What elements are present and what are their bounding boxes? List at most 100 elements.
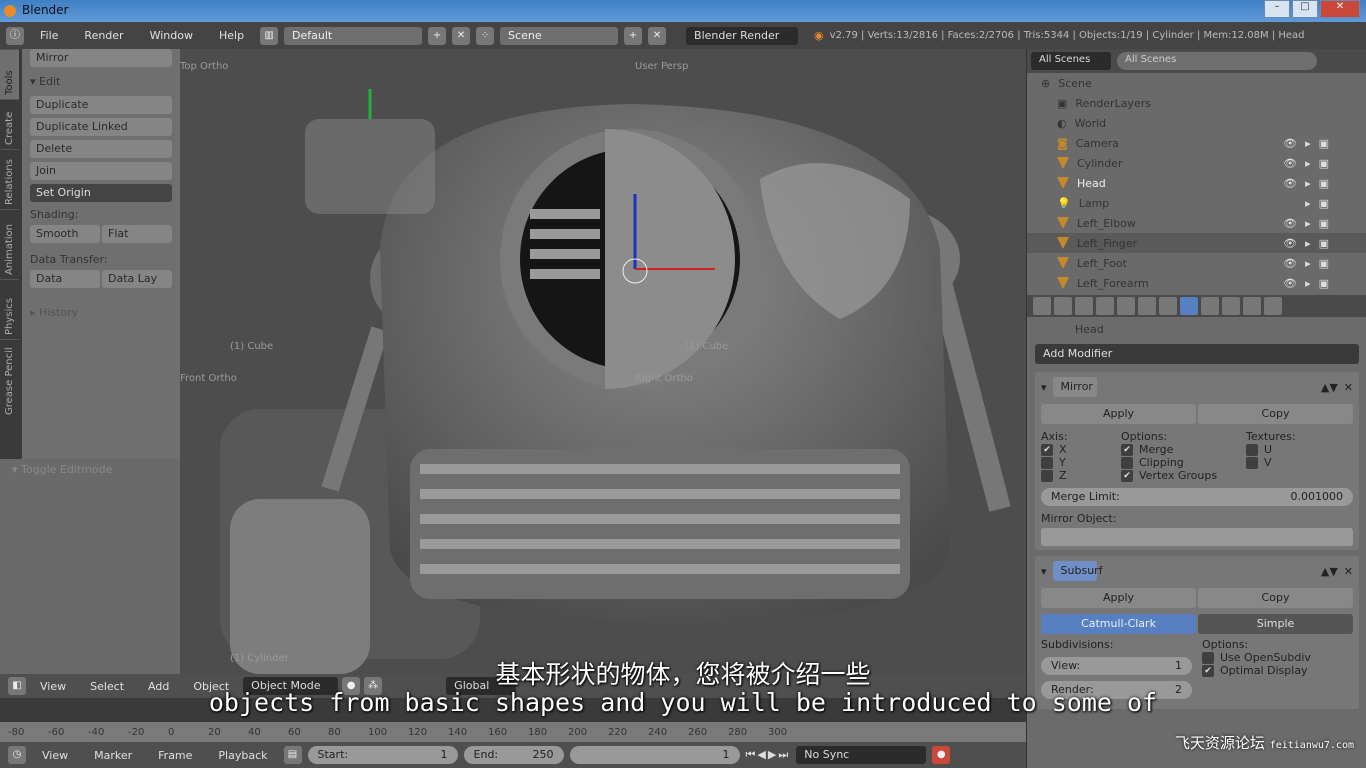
edit-section-header[interactable]: ▾ Edit bbox=[30, 75, 172, 88]
data-button[interactable]: Data bbox=[30, 270, 100, 288]
end-frame-field[interactable]: End: 250 bbox=[463, 746, 564, 764]
range-icon[interactable]: ▤ bbox=[283, 746, 302, 764]
tab-tools[interactable]: Tools bbox=[0, 49, 19, 99]
remove-modifier-icon[interactable]: ✕ bbox=[1344, 381, 1353, 394]
properties-tabs[interactable] bbox=[1027, 295, 1366, 317]
timeline-ruler[interactable]: -80 -60 -40 -20 0 20 40 60 80 100 120 140 160 180 200 2… bbox=[0, 722, 1026, 742]
outliner-item[interactable]: Left_Finger 👁▸▣ bbox=[1027, 233, 1366, 253]
duplicate-linked-button[interactable]: Duplicate Linked bbox=[30, 118, 172, 136]
apply-button[interactable]: Apply bbox=[1041, 588, 1196, 608]
remove-modifier-icon[interactable]: ✕ bbox=[1344, 565, 1353, 578]
outliner-item[interactable]: Head 👁▸▣ bbox=[1027, 173, 1366, 193]
outliner-item[interactable]: ◐ World bbox=[1027, 113, 1366, 133]
menu-playback[interactable]: Playback bbox=[208, 749, 277, 762]
tab-animation[interactable]: Animation bbox=[0, 209, 19, 279]
merge-checkbox[interactable]: ✔ Merge bbox=[1121, 443, 1236, 456]
menu-help[interactable]: Help bbox=[209, 29, 254, 42]
visibility-icons[interactable]: 👁▸▣ bbox=[1283, 277, 1337, 290]
scene-icon[interactable]: ⁘ bbox=[476, 26, 495, 45]
modifier-name-field[interactable]: Subsurf bbox=[1052, 561, 1103, 581]
tab-create[interactable]: Create bbox=[0, 99, 19, 149]
close-button[interactable]: ✕ bbox=[1320, 0, 1360, 18]
outliner-item[interactable]: ◙ Camera 👁▸▣ bbox=[1027, 133, 1366, 153]
playback-controls[interactable]: ⏮◀▶⏭ bbox=[746, 748, 791, 762]
menu-window[interactable]: Window bbox=[140, 29, 203, 42]
menu-frame[interactable]: Frame bbox=[148, 749, 202, 762]
remove-scene-icon[interactable]: ✕ bbox=[648, 26, 667, 45]
3d-viewport[interactable]: Top Ortho User Persp Front Ortho Right O… bbox=[180, 49, 1026, 674]
texture-v-checkbox[interactable]: V bbox=[1246, 456, 1296, 469]
menu-view[interactable]: View bbox=[32, 749, 78, 762]
copy-button[interactable]: Copy bbox=[1198, 404, 1353, 424]
outliner-item[interactable]: Left_Elbow 👁▸▣ bbox=[1027, 213, 1366, 233]
toggle-editmode-header[interactable]: ▾ Toggle Editmode bbox=[12, 463, 168, 476]
visibility-icons[interactable]: 👁▸▣ bbox=[1283, 217, 1337, 230]
visibility-icons[interactable]: 👁▸▣ bbox=[1283, 137, 1337, 150]
outliner-item-scene[interactable]: ⊕ Scene bbox=[1027, 73, 1366, 93]
screen-layout-field[interactable]: Default bbox=[284, 26, 423, 45]
texture-u-checkbox[interactable]: U bbox=[1246, 443, 1296, 456]
history-section-header[interactable]: ▸ History bbox=[30, 306, 172, 319]
add-scene-icon[interactable]: + bbox=[624, 26, 643, 45]
collapse-icon[interactable]: ▾ bbox=[1041, 565, 1047, 578]
collapse-icon[interactable]: ▾ bbox=[1041, 381, 1047, 394]
start-frame-field[interactable]: Start: 1 bbox=[307, 746, 458, 764]
apply-button[interactable]: Apply bbox=[1041, 404, 1196, 424]
simple-button[interactable]: Simple bbox=[1198, 614, 1353, 634]
outliner-item[interactable]: ▣ RenderLayers bbox=[1027, 93, 1366, 113]
axis-z-checkbox[interactable]: Z bbox=[1041, 469, 1111, 482]
move-up-down-icons[interactable]: ▲▼ bbox=[1321, 565, 1338, 578]
merge-limit-field[interactable]: Merge Limit: 0.001000 bbox=[1041, 488, 1353, 506]
editor-type-icon[interactable]: ⓘ bbox=[6, 26, 24, 45]
modifier-name-field[interactable]: Mirror bbox=[1052, 377, 1097, 397]
clipping-checkbox[interactable]: Clipping bbox=[1121, 456, 1236, 469]
scene-field[interactable]: Scene bbox=[500, 26, 619, 45]
flat-button[interactable]: Flat bbox=[102, 225, 172, 243]
mirror-button[interactable]: Mirror bbox=[30, 49, 172, 67]
duplicate-button[interactable]: Duplicate bbox=[30, 96, 172, 114]
axis-y-checkbox[interactable]: Y bbox=[1041, 456, 1111, 469]
tab-physics[interactable]: Physics bbox=[0, 279, 19, 339]
minimize-button[interactable]: – bbox=[1264, 0, 1290, 18]
menu-render[interactable]: Render bbox=[74, 29, 133, 42]
mirror-object-field[interactable] bbox=[1041, 528, 1353, 546]
editor-type-icon[interactable]: ◷ bbox=[8, 746, 26, 764]
add-modifier-select[interactable]: Add Modifier bbox=[1035, 344, 1359, 364]
smooth-button[interactable]: Smooth bbox=[30, 225, 100, 243]
visibility-icons[interactable]: ▸▣ bbox=[1305, 197, 1337, 210]
outliner-item[interactable]: Left_Forearm 👁▸▣ bbox=[1027, 273, 1366, 293]
set-origin-select[interactable]: Set Origin bbox=[30, 184, 172, 202]
visibility-icons[interactable]: 👁▸▣ bbox=[1283, 177, 1337, 190]
outliner-item[interactable]: Cylinder 👁▸▣ bbox=[1027, 153, 1366, 173]
tab-relations[interactable]: Relations bbox=[0, 149, 19, 209]
visibility-icons[interactable]: 👁▸▣ bbox=[1283, 257, 1337, 270]
delete-button[interactable]: Delete bbox=[30, 140, 172, 158]
modifier-tab-icon[interactable] bbox=[1180, 297, 1198, 315]
axis-x-checkbox[interactable]: ✔ X bbox=[1041, 443, 1111, 456]
menu-marker[interactable]: Marker bbox=[84, 749, 142, 762]
maximize-button[interactable]: □ bbox=[1292, 0, 1318, 18]
current-frame-field[interactable]: 1 bbox=[569, 746, 740, 764]
move-up-down-icons[interactable]: ▲▼ bbox=[1321, 381, 1338, 394]
item-name: Left_Forearm bbox=[1077, 276, 1149, 290]
add-layout-icon[interactable]: + bbox=[428, 26, 447, 45]
tab-grease-pencil[interactable]: Grease Pencil bbox=[0, 339, 19, 419]
visibility-icons[interactable]: 👁▸▣ bbox=[1283, 237, 1337, 250]
data-layout-button[interactable]: Data Lay bbox=[102, 270, 172, 288]
vertex-groups-checkbox[interactable]: ✔ Vertex Groups bbox=[1121, 469, 1236, 482]
record-icon[interactable]: ● bbox=[932, 746, 951, 764]
visibility-icons[interactable]: 👁▸▣ bbox=[1283, 157, 1337, 170]
copy-button[interactable]: Copy bbox=[1198, 588, 1353, 608]
outliner-search-input[interactable]: All Scenes bbox=[1117, 52, 1317, 70]
outliner-item[interactable]: 💡 Lamp ▸▣ bbox=[1027, 193, 1366, 213]
join-button[interactable]: Join bbox=[30, 162, 172, 180]
catmull-clark-button[interactable]: Catmull-Clark bbox=[1041, 614, 1196, 634]
outliner-item[interactable]: Left_Foot 👁▸▣ bbox=[1027, 253, 1366, 273]
remove-layout-icon[interactable]: ✕ bbox=[452, 26, 471, 45]
data-transfer-label: Data Transfer: bbox=[30, 253, 108, 266]
sync-select[interactable]: No Sync bbox=[796, 746, 927, 764]
outliner-filter-select[interactable]: All Scenes bbox=[1031, 52, 1111, 70]
screen-layout-icon[interactable]: ▥ bbox=[260, 26, 279, 45]
render-engine-select[interactable]: Blender Render bbox=[686, 26, 799, 45]
menu-file[interactable]: File bbox=[30, 29, 68, 42]
